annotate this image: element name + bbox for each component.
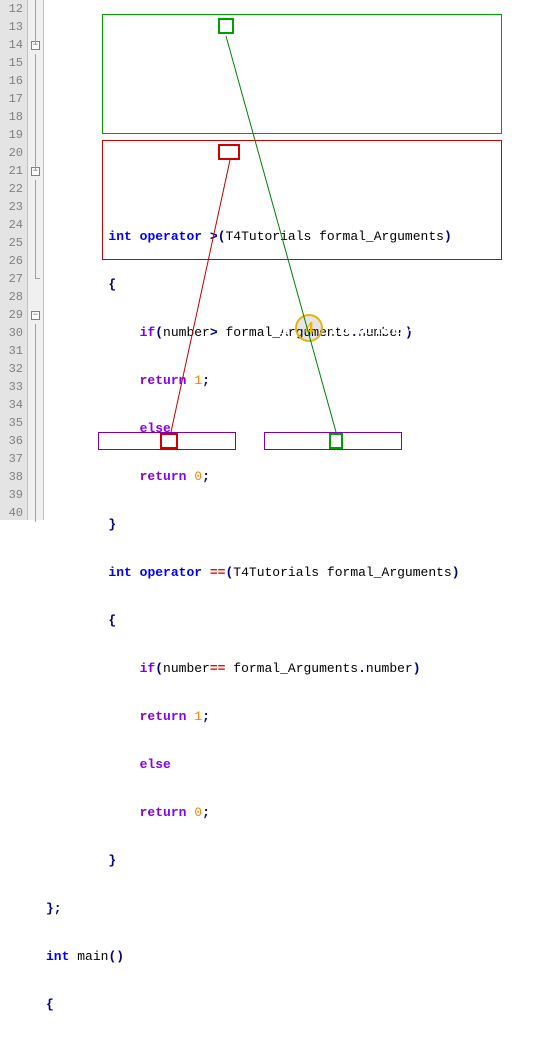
line-number: 40	[0, 504, 23, 522]
line-number: 23	[0, 198, 23, 216]
line-number: 27	[0, 270, 23, 288]
line-number: 25	[0, 234, 23, 252]
line-number: 15	[0, 54, 23, 72]
line-number: 29	[0, 306, 23, 324]
line-number: 28	[0, 288, 23, 306]
line-number: 33	[0, 378, 23, 396]
line-number: 19	[0, 126, 23, 144]
line-number: 37	[0, 450, 23, 468]
line-number: 34	[0, 396, 23, 414]
watermark-domain: .COM	[408, 320, 454, 336]
line-number: 24	[0, 216, 23, 234]
line-number: 14	[0, 36, 23, 54]
line-number: 31	[0, 342, 23, 360]
watermark: T 4 Tutorials .COM	[278, 314, 454, 342]
line-number: 38	[0, 468, 23, 486]
annotation-green-block	[102, 14, 502, 134]
line-number: 30	[0, 324, 23, 342]
line-number: 22	[0, 180, 23, 198]
fold-marker-icon[interactable]: −	[31, 311, 40, 320]
watermark-circle-icon: 4	[295, 314, 323, 342]
line-number: 17	[0, 90, 23, 108]
line-number: 18	[0, 108, 23, 126]
line-number: 13	[0, 18, 23, 36]
line-number: 20	[0, 144, 23, 162]
line-number: 26	[0, 252, 23, 270]
watermark-rest: Tutorials	[327, 317, 404, 340]
line-number: 16	[0, 72, 23, 90]
code-editor[interactable]: 12 13 14 15 16 17 18 19 20 21 22 23 24 2…	[0, 0, 548, 520]
line-number: 21	[0, 162, 23, 180]
line-number: 35	[0, 414, 23, 432]
line-number: 32	[0, 360, 23, 378]
line-number: 36	[0, 432, 23, 450]
line-number: 12	[0, 0, 23, 18]
watermark-t: T	[278, 317, 291, 340]
fold-column: − − −	[28, 0, 44, 520]
annotation-gt-box	[218, 18, 234, 34]
line-number-gutter: 12 13 14 15 16 17 18 19 20 21 22 23 24 2…	[0, 0, 28, 520]
annotation-eq-box	[218, 144, 240, 160]
code-area[interactable]: int operator >(T4Tutorials formal_Argume…	[44, 0, 548, 520]
line-number: 39	[0, 486, 23, 504]
